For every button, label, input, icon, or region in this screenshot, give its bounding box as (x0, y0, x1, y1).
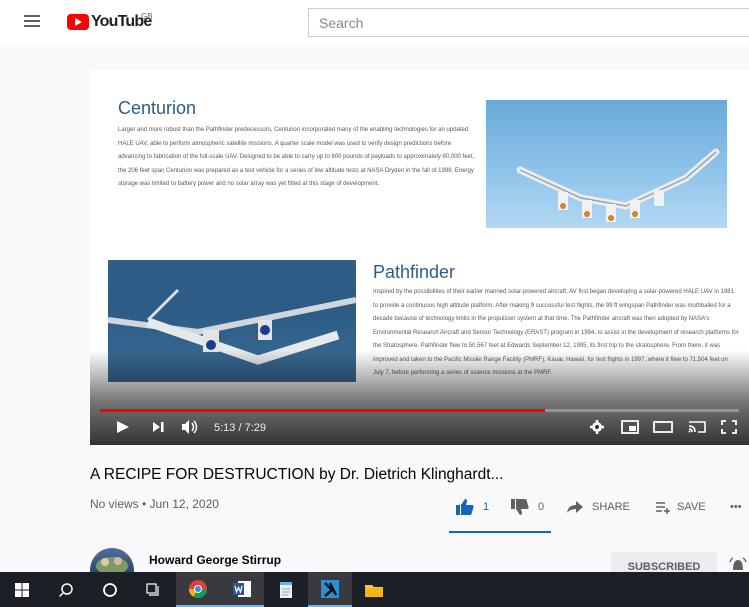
dislike-count: 0 (538, 501, 545, 513)
miniplayer-button[interactable] (620, 417, 640, 437)
more-icon: ••• (730, 501, 742, 513)
pathfinder-title: Pathfinder (373, 262, 456, 282)
app-icon[interactable] (308, 572, 352, 607)
video-title: A RECIPE FOR DESTRUCTION by Dr. Dietrich… (90, 466, 504, 483)
volume-icon (182, 420, 198, 434)
youtube-logo[interactable]: YouTube GB (67, 11, 153, 33)
country-code: GB (141, 12, 153, 21)
fullscreen-icon (721, 420, 737, 434)
youtube-play-icon (67, 14, 89, 30)
theater-icon (653, 421, 673, 433)
like-button[interactable]: 1 (455, 496, 489, 518)
volume-button[interactable] (180, 417, 200, 437)
playlist-add-icon (656, 502, 670, 514)
channel-name[interactable]: Howard George Stirrup (149, 553, 281, 567)
thumbs-down-icon (511, 499, 529, 515)
progress-played (100, 409, 546, 412)
like-ratio-bar (449, 531, 551, 533)
play-button[interactable] (116, 417, 130, 437)
gear-icon (590, 420, 604, 434)
more-actions-button[interactable]: ••• (730, 496, 742, 518)
share-icon (567, 501, 583, 513)
save-label: SAVE (677, 501, 706, 513)
task-view-icon[interactable] (132, 572, 176, 607)
video-meta: No views • Jun 12, 2020 (90, 497, 219, 511)
time-display: 5:13 / 7:29 (214, 422, 266, 434)
centurion-photo (486, 100, 727, 228)
cast-icon (688, 421, 706, 433)
word-icon[interactable] (220, 572, 264, 607)
search-icon[interactable] (44, 572, 88, 607)
share-button[interactable]: SHARE (566, 496, 630, 518)
menu-icon[interactable] (24, 15, 40, 27)
dislike-button[interactable]: 0 (510, 496, 544, 518)
miniplayer-icon (621, 420, 639, 434)
progress-bar[interactable] (100, 409, 739, 412)
next-icon (153, 422, 164, 432)
windows-taskbar (0, 572, 749, 607)
settings-button[interactable] (588, 417, 606, 437)
centurion-body: Larger and more robust than the Pathfind… (118, 127, 475, 187)
theater-mode-button[interactable] (652, 417, 674, 437)
search-placeholder: Search (319, 15, 364, 31)
subscribe-button[interactable]: SUBSCRIBED (611, 552, 717, 572)
share-label: SHARE (592, 501, 630, 513)
centurion-title: Centurion (118, 98, 197, 118)
notification-bell-icon[interactable] (727, 556, 749, 572)
save-button[interactable]: SAVE (655, 496, 706, 518)
fullscreen-button[interactable] (720, 417, 738, 437)
notepad-icon[interactable] (264, 572, 308, 607)
file-explorer-icon[interactable] (352, 572, 396, 607)
cast-button[interactable] (686, 417, 708, 437)
cortana-icon[interactable] (88, 572, 132, 607)
like-count: 1 (483, 501, 490, 513)
next-button[interactable] (152, 417, 166, 437)
play-icon (117, 421, 129, 433)
search-input[interactable]: Search (308, 8, 749, 37)
video-player[interactable]: Centurion Larger and more robust than th… (90, 70, 749, 445)
masthead: YouTube GB Search (0, 0, 749, 45)
windows-start-icon[interactable] (0, 572, 44, 607)
chrome-icon[interactable] (176, 572, 220, 607)
thumbs-up-icon (456, 499, 474, 515)
